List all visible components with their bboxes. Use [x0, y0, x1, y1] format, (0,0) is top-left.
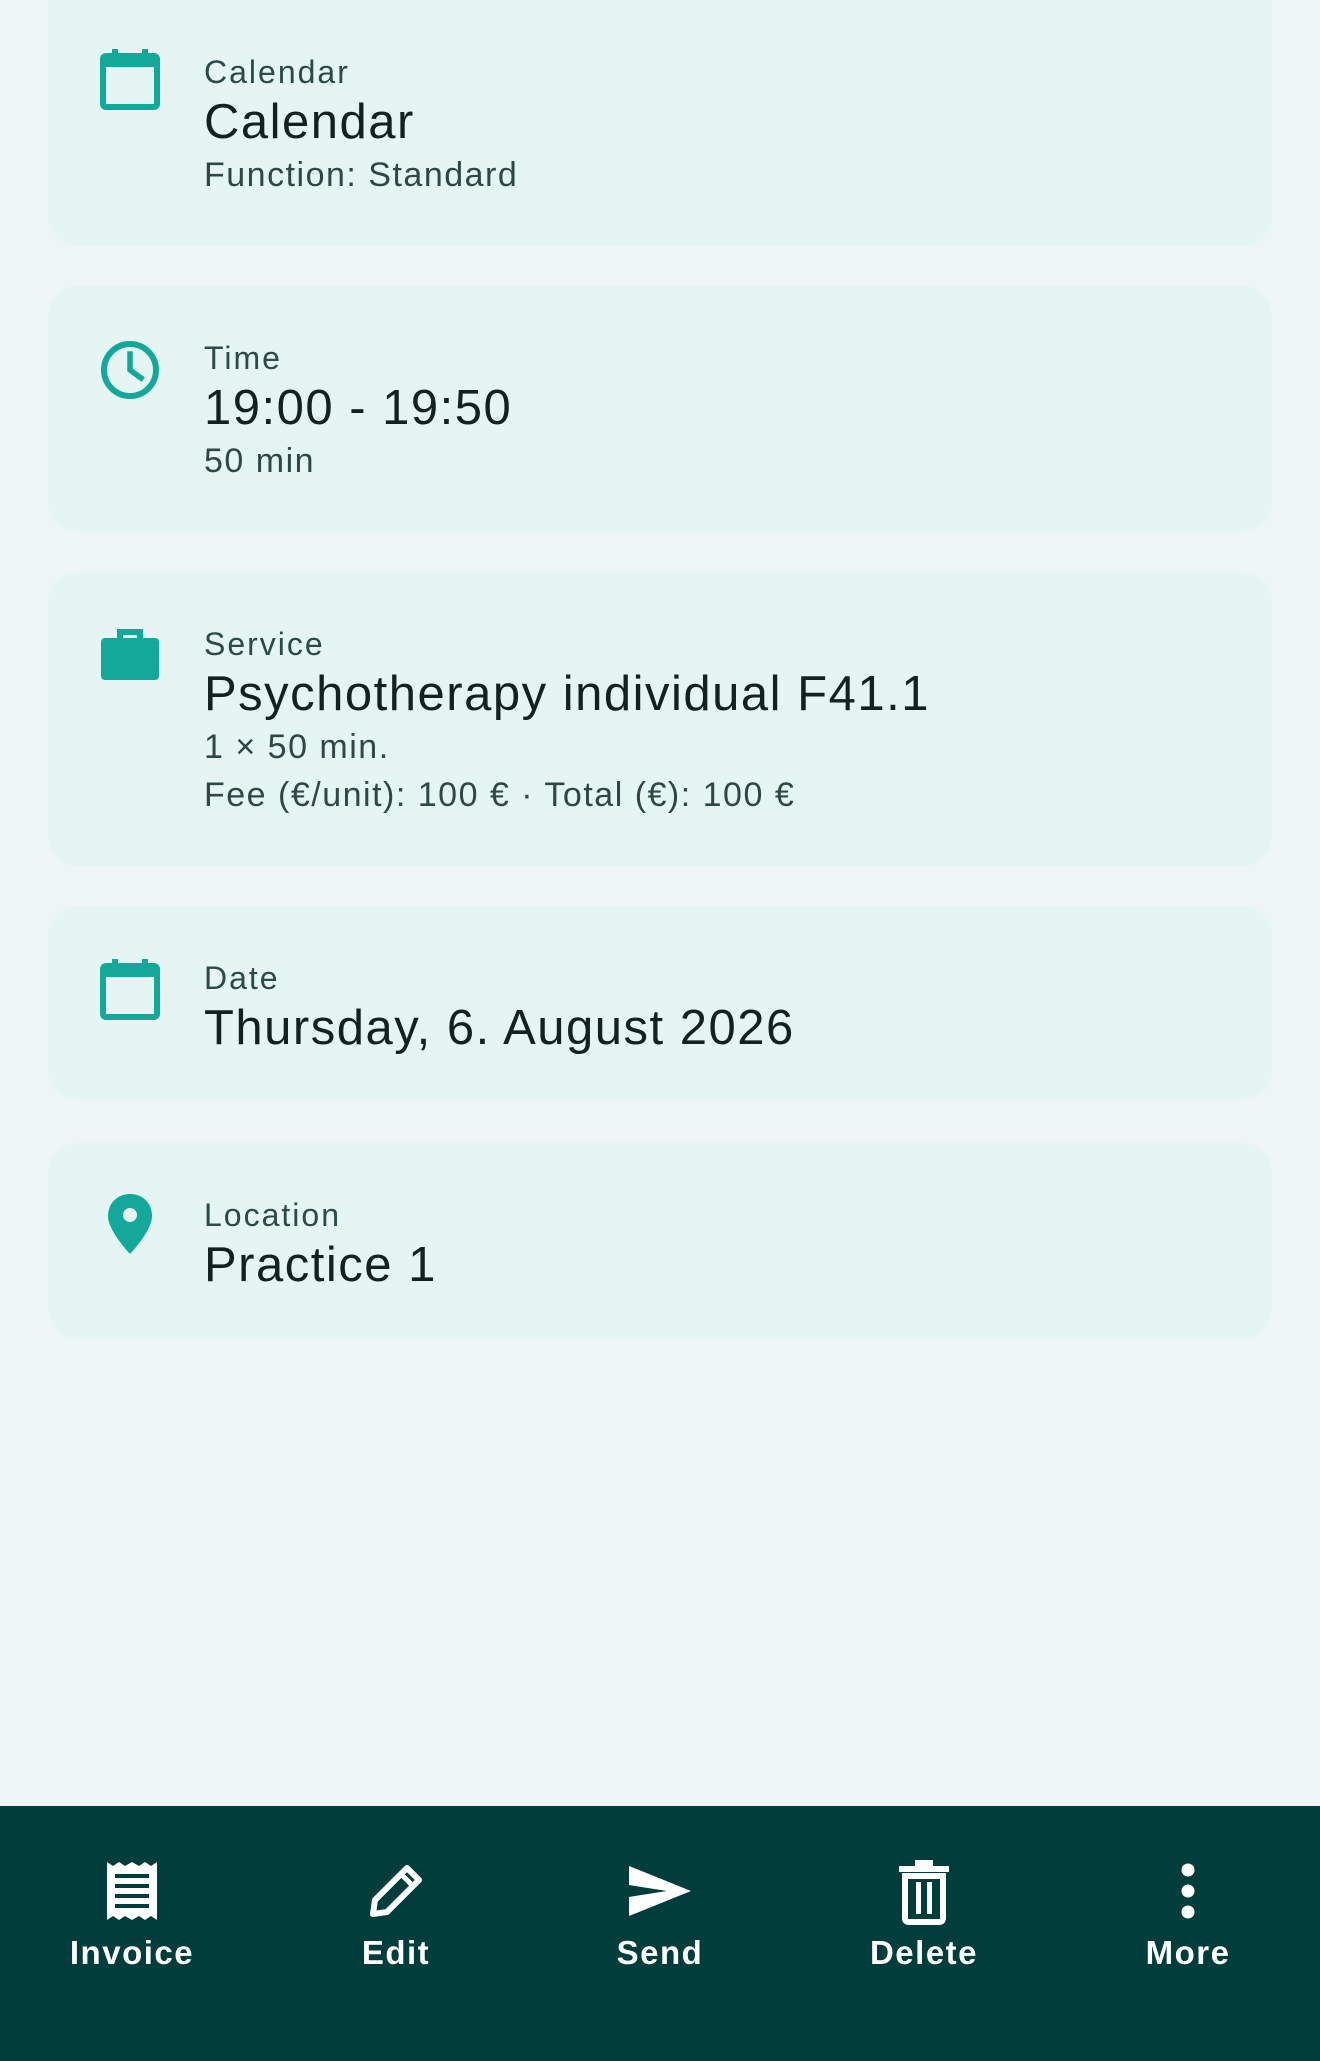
delete-label: Delete	[869, 1934, 979, 1971]
calendar-icon	[98, 48, 162, 112]
edit-button[interactable]: Edit	[296, 1856, 496, 2016]
calendar-card[interactable]: Calendar Calendar Function: Standard	[48, 0, 1272, 246]
service-card[interactable]: Service Psychotherapy individual F41.1 1…	[48, 572, 1272, 866]
send-button[interactable]: Send	[560, 1856, 760, 2016]
date-label: Date	[204, 960, 280, 996]
trash-icon	[889, 1856, 959, 1926]
briefcase-icon	[98, 624, 162, 688]
edit-label: Edit	[361, 1934, 431, 1971]
time-range: 19:00 - 19:50	[204, 381, 513, 435]
location-value: Practice 1	[204, 1238, 437, 1292]
calendar-function: Function: Standard	[204, 156, 519, 194]
location-label: Location	[204, 1197, 341, 1233]
calendar-icon	[98, 958, 162, 1022]
time-duration: 50 min	[204, 442, 316, 480]
pencil-icon	[361, 1856, 431, 1926]
bottom-action-bar: Invoice Edit Send Delete More	[0, 1806, 1320, 2061]
time-label: Time	[204, 340, 282, 376]
more-vert-icon	[1153, 1856, 1223, 1926]
send-label: Send	[616, 1934, 704, 1971]
more-button[interactable]: More	[1088, 1856, 1288, 2016]
service-label: Service	[204, 626, 325, 662]
service-name: Psychotherapy individual F41.1	[204, 667, 930, 721]
more-label: More	[1145, 1934, 1231, 1971]
calendar-label: Calendar	[204, 54, 350, 90]
send-icon	[625, 1856, 695, 1926]
service-quantity: 1 × 50 min.	[204, 728, 390, 766]
invoice-label: Invoice	[69, 1934, 195, 1971]
date-value: Thursday, 6. August 2026	[204, 1001, 795, 1055]
time-card[interactable]: Time 19:00 - 19:50 50 min	[48, 286, 1272, 532]
service-fee: Fee (€/unit): 100 € · Total (€): 100 €	[204, 776, 796, 814]
location-card[interactable]: Location Practice 1	[48, 1143, 1272, 1339]
calendar-name: Calendar	[204, 95, 415, 149]
date-card[interactable]: Date Thursday, 6. August 2026	[48, 906, 1272, 1100]
receipt-icon	[97, 1856, 167, 1926]
invoice-button[interactable]: Invoice	[32, 1856, 232, 2016]
clock-icon	[98, 338, 162, 402]
location-pin-icon	[98, 1191, 162, 1255]
delete-button[interactable]: Delete	[824, 1856, 1024, 2016]
